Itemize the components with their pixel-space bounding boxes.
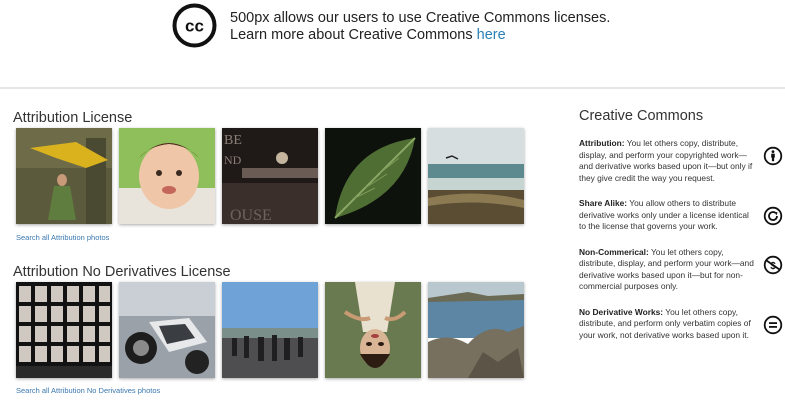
crowd-street-photo[interactable] xyxy=(222,282,318,378)
no-derivatives-section-title: Attribution No Derivatives License xyxy=(13,264,231,280)
coast-rocks-photo[interactable] xyxy=(428,282,524,378)
upside-down-woman-photo[interactable] xyxy=(325,282,421,378)
svg-text:ND: ND xyxy=(224,153,242,167)
creative-commons-sidebar: Creative Commons Attribution: You let ot… xyxy=(579,108,785,355)
yellow-dancer-photo[interactable] xyxy=(16,128,112,224)
license-share-alike-name: Share Alike: xyxy=(579,198,628,208)
no-derivatives-photo-row xyxy=(16,282,524,378)
no-derivatives-icon xyxy=(763,315,783,334)
banner-text: 500px allows our users to use Creative C… xyxy=(230,10,610,44)
creative-commons-logo-icon: cc xyxy=(172,3,217,48)
sidebar-title: Creative Commons xyxy=(579,108,704,124)
share-alike-icon xyxy=(763,206,783,226)
banner-divider xyxy=(0,87,785,89)
attribution-photo-row: BE ND OUSE xyxy=(16,128,524,224)
banner-line-2: Learn more about Creative Commons here xyxy=(230,27,610,44)
attribution-icon xyxy=(763,146,783,166)
license-no-derivatives-name: No Derivative Works: xyxy=(579,306,664,317)
license-no-derivatives: No Derivative Works: You let others copy… xyxy=(579,307,785,342)
leaf-photo[interactable] xyxy=(325,128,421,224)
license-attribution: Attribution: You let others copy, distri… xyxy=(579,138,785,184)
banner-line-2-text: Learn more about Creative Commons xyxy=(230,27,477,43)
baby-face-photo[interactable] xyxy=(119,128,215,224)
beach-photo[interactable] xyxy=(428,128,524,224)
banner-line-1: 500px allows our users to use Creative C… xyxy=(230,10,611,26)
license-non-commercial: Non-Commerical: You let others copy, dis… xyxy=(579,247,785,293)
license-non-commercial-name: Non-Commerical: xyxy=(579,246,649,257)
license-share-alike: Share Alike: You allow others to distrib… xyxy=(579,198,785,233)
portrait-grid-photo[interactable] xyxy=(16,282,112,378)
pier-sign-photo[interactable]: BE ND OUSE xyxy=(222,128,318,224)
learn-more-link[interactable]: here xyxy=(477,27,506,43)
svg-text:OUSE: OUSE xyxy=(230,207,272,224)
cc-banner: cc 500px allows our users to use Creativ… xyxy=(0,0,785,88)
attribution-section-title: Attribution License xyxy=(13,110,133,126)
non-commercial-icon: $ xyxy=(763,255,783,274)
svg-text:cc: cc xyxy=(185,17,204,36)
svg-text:BE: BE xyxy=(224,133,242,148)
motorcycles-photo[interactable] xyxy=(119,282,215,378)
license-attribution-name: Attribution: xyxy=(579,138,625,148)
search-no-derivatives-link[interactable]: Search all Attribution No Derivatives ph… xyxy=(16,386,160,395)
search-attribution-link[interactable]: Search all Attribution photos xyxy=(16,233,109,242)
